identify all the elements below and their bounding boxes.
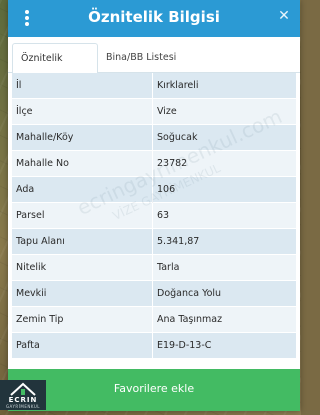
add-favorite-button[interactable]: Favorilere ekle xyxy=(8,369,300,411)
table-row: Mahalle/Köy Soğucak xyxy=(12,125,296,151)
add-favorite-label: Favorilere ekle xyxy=(113,382,195,395)
house-logo-icon xyxy=(10,382,36,396)
row-key: Mahalle No xyxy=(16,158,69,169)
row-value: Doğanca Yolu xyxy=(152,281,296,307)
attribute-table: İl Kırklareli İlçe Vize Mahalle/Köy Soğu… xyxy=(12,73,296,359)
table-row: İlçe Vize xyxy=(12,99,296,125)
table-row: Ada 106 xyxy=(12,177,296,203)
logo-name: ECRIN xyxy=(8,396,38,404)
row-value: Vize xyxy=(152,99,296,125)
table-row: Zemin Tip Ana Taşınmaz xyxy=(12,307,296,333)
table-row: İl Kırklareli xyxy=(12,73,296,99)
attribute-dialog: Öznitelik Bilgisi ✕ Öznitelik Bilgisi Bi… xyxy=(8,0,300,411)
table-row: Mahalle No 23782 xyxy=(12,151,296,177)
row-value: E19-D-13-C xyxy=(152,333,296,359)
tab-building-list[interactable]: Bina/BB Listesi xyxy=(98,43,198,74)
close-icon[interactable]: ✕ xyxy=(276,8,292,24)
row-key: Pafta xyxy=(16,340,40,351)
row-key: Zemin Tip xyxy=(16,314,64,325)
dialog-title: Öznitelik Bilgisi xyxy=(88,8,220,26)
tab-bar: Öznitelik Bilgisi Bina/BB Listesi xyxy=(8,37,300,94)
table-row: Mevkii Doğanca Yolu xyxy=(12,281,296,307)
row-value: 63 xyxy=(152,203,296,229)
dialog-header: Öznitelik Bilgisi ✕ xyxy=(8,0,300,37)
row-key: İlçe xyxy=(16,106,33,117)
table-row: Nitelik Tarla xyxy=(12,255,296,281)
row-key: Mevkii xyxy=(16,288,47,299)
row-key: İl xyxy=(16,80,22,91)
row-key: Mahalle/Köy xyxy=(16,132,74,143)
row-value: 106 xyxy=(152,177,296,203)
table-row: Tapu Alanı 5.341,87 xyxy=(12,229,296,255)
logo-tagline: GAYRİMENKUL xyxy=(5,404,41,409)
row-key: Tapu Alanı xyxy=(16,236,65,247)
row-value: 23782 xyxy=(152,151,296,177)
row-value: 5.341,87 xyxy=(152,229,296,255)
tab-attribute-info[interactable]: Öznitelik Bilgisi xyxy=(12,43,98,94)
row-value: Kırklareli xyxy=(152,73,296,99)
table-row: Parsel 63 xyxy=(12,203,296,229)
row-value: Tarla xyxy=(152,255,296,281)
row-key: Nitelik xyxy=(16,262,47,273)
row-key: Ada xyxy=(16,184,35,195)
row-value: Ana Taşınmaz xyxy=(152,307,296,333)
row-key: Parsel xyxy=(16,210,45,221)
row-value: Soğucak xyxy=(152,125,296,151)
ecrin-logo: ECRIN GAYRİMENKUL xyxy=(0,380,46,410)
table-row: Pafta E19-D-13-C xyxy=(12,333,296,359)
